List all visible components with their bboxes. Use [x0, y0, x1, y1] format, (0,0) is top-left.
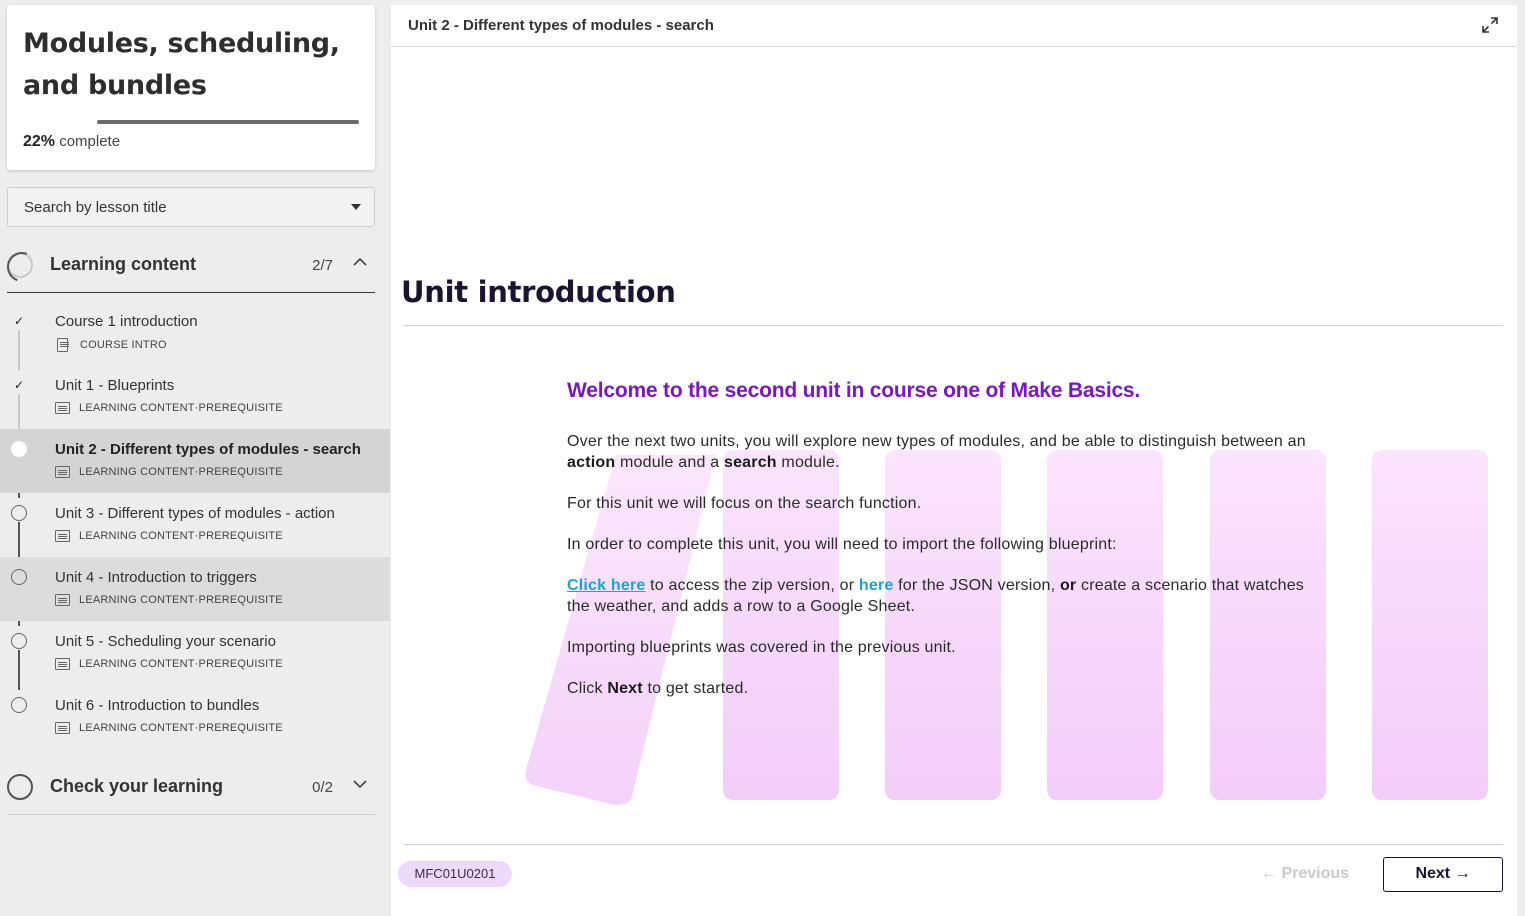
current-dot-icon [11, 441, 27, 457]
empty-circle-icon [11, 505, 27, 521]
lesson-type: LEARNING CONTENT [79, 530, 195, 542]
lesson-item-current[interactable]: Unit 2 - Different types of modules - se… [0, 429, 390, 493]
lesson-type: LEARNING CONTENT [79, 722, 195, 734]
lesson-type: LEARNING CONTENT [79, 594, 195, 606]
course-card: Modules, scheduling, and bundles 22% com… [7, 5, 375, 170]
lesson-tag: PREREQUISITE [198, 594, 283, 606]
lesson-search-select[interactable]: Search by lesson title [7, 187, 375, 227]
lesson-type: LEARNING CONTENT [79, 466, 195, 478]
check-icon: ✓ [13, 378, 25, 392]
lesson-meta: LEARNING CONTENT · PREREQUISITE [55, 594, 283, 606]
paragraph-next: Click Next to get started. [567, 680, 749, 697]
progress-fill [97, 120, 359, 124]
lesson-meta: LEARNING CONTENT · PREREQUISITE [55, 402, 283, 414]
lesson-meta: LEARNING CONTENT · PREREQUISITE [55, 722, 283, 734]
document-icon [57, 338, 69, 352]
lesson-content: Welcome to the second unit in course one… [567, 379, 1327, 719]
caret-down-icon [351, 204, 361, 210]
json-link[interactable]: here [859, 577, 894, 594]
lesson-tag: PREREQUISITE [198, 722, 283, 734]
lesson-title: Course 1 introduction [55, 313, 198, 330]
empty-circle-icon [11, 633, 27, 649]
lesson-title: Unit 1 - Blueprints [55, 377, 175, 394]
lesson-item[interactable]: Unit 6 - Introduction to bundles LEARNIN… [0, 685, 390, 749]
lesson-meta: LEARNING CONTENT · PREREQUISITE [55, 658, 283, 670]
divider [404, 844, 1503, 845]
lesson-title: Unit 4 - Introduction to triggers [55, 569, 257, 586]
lesson-panel: Unit 2 - Different types of modules - se… [391, 5, 1517, 916]
section-count: 2/7 [312, 257, 333, 274]
check-icon: ✓ [13, 314, 25, 328]
course-title: Modules, scheduling, and bundles [23, 28, 340, 101]
section-check-your-learning[interactable]: Check your learning 0/2 [7, 759, 375, 815]
lesson-type: LEARNING CONTENT [79, 658, 195, 670]
lesson-item[interactable]: Unit 3 - Different types of modules - ac… [0, 493, 390, 557]
lesson-type: COURSE INTRO [80, 339, 167, 351]
lesson-item[interactable]: ✓ Unit 1 - Blueprints LEARNING CONTENT ·… [0, 365, 390, 429]
content-icon [55, 466, 70, 478]
section-learning-content[interactable]: Learning content 2/7 [7, 237, 375, 293]
lesson-header: Unit 2 - Different types of modules - se… [391, 5, 1517, 47]
unit-heading: Unit introduction [401, 275, 676, 309]
welcome-heading: Welcome to the second unit in course one… [567, 379, 1141, 402]
content-icon [55, 594, 70, 606]
progress-ring-icon [7, 252, 33, 278]
next-button[interactable]: Next → [1383, 857, 1503, 892]
section-title: Check your learning [50, 776, 224, 796]
content-icon [55, 722, 70, 734]
empty-ring-icon [7, 774, 33, 800]
paragraph-links: Click here to access the zip version, or… [567, 577, 1304, 615]
lesson-meta: COURSE INTRO [55, 338, 167, 352]
sidebar: Modules, scheduling, and bundles 22% com… [0, 0, 390, 916]
lesson-title: Unit 3 - Different types of modules - ac… [55, 505, 335, 522]
expand-icon[interactable] [1481, 16, 1499, 34]
lesson-item[interactable]: ✓ Course 1 introduction COURSE INTRO [0, 301, 390, 365]
content-icon [55, 530, 70, 542]
lesson-tag: PREREQUISITE [198, 658, 283, 670]
chevron-up-icon[interactable] [353, 255, 367, 269]
lesson-title: Unit 5 - Scheduling your scenario [55, 633, 276, 650]
progress-percent: 22% [23, 133, 56, 150]
lesson-header-title: Unit 2 - Different types of modules - se… [408, 17, 714, 34]
divider [404, 325, 1503, 326]
progress-bar [97, 120, 359, 124]
empty-circle-icon [11, 569, 27, 585]
paragraph-covered: Importing blueprints was covered in the … [567, 639, 956, 656]
search-placeholder: Search by lesson title [24, 199, 167, 216]
previous-button[interactable]: ← Previous [1261, 865, 1349, 883]
lesson-item[interactable]: Unit 4 - Introduction to triggers LEARNI… [0, 557, 390, 621]
lesson-tag: PREREQUISITE [198, 402, 283, 414]
paragraph-focus: For this unit we will focus on the searc… [567, 495, 922, 512]
lesson-type: LEARNING CONTENT [79, 402, 195, 414]
lesson-meta: LEARNING CONTENT · PREREQUISITE [55, 466, 283, 478]
lesson-code-badge: MFC01U0201 [398, 861, 512, 887]
paragraph-import: In order to complete this unit, you will… [567, 536, 1117, 553]
progress-text: 22% complete [23, 133, 120, 151]
chevron-down-icon[interactable] [353, 777, 367, 791]
lesson-title: Unit 6 - Introduction to bundles [55, 697, 260, 714]
zip-link[interactable]: Click here [567, 577, 645, 594]
empty-circle-icon [11, 697, 27, 713]
content-icon [55, 402, 70, 414]
paragraph-intro: Over the next two units, you will explor… [567, 433, 1306, 471]
section-title: Learning content [50, 254, 197, 274]
lesson-item[interactable]: Unit 5 - Scheduling your scenario LEARNI… [0, 621, 390, 685]
lesson-meta: LEARNING CONTENT · PREREQUISITE [55, 530, 283, 542]
progress-label: complete [59, 133, 121, 150]
lesson-tag: PREREQUISITE [198, 530, 283, 542]
content-icon [55, 658, 70, 670]
section-count: 0/2 [312, 779, 333, 796]
lesson-title: Unit 2 - Different types of modules - se… [55, 441, 361, 458]
lesson-tag: PREREQUISITE [198, 466, 283, 478]
